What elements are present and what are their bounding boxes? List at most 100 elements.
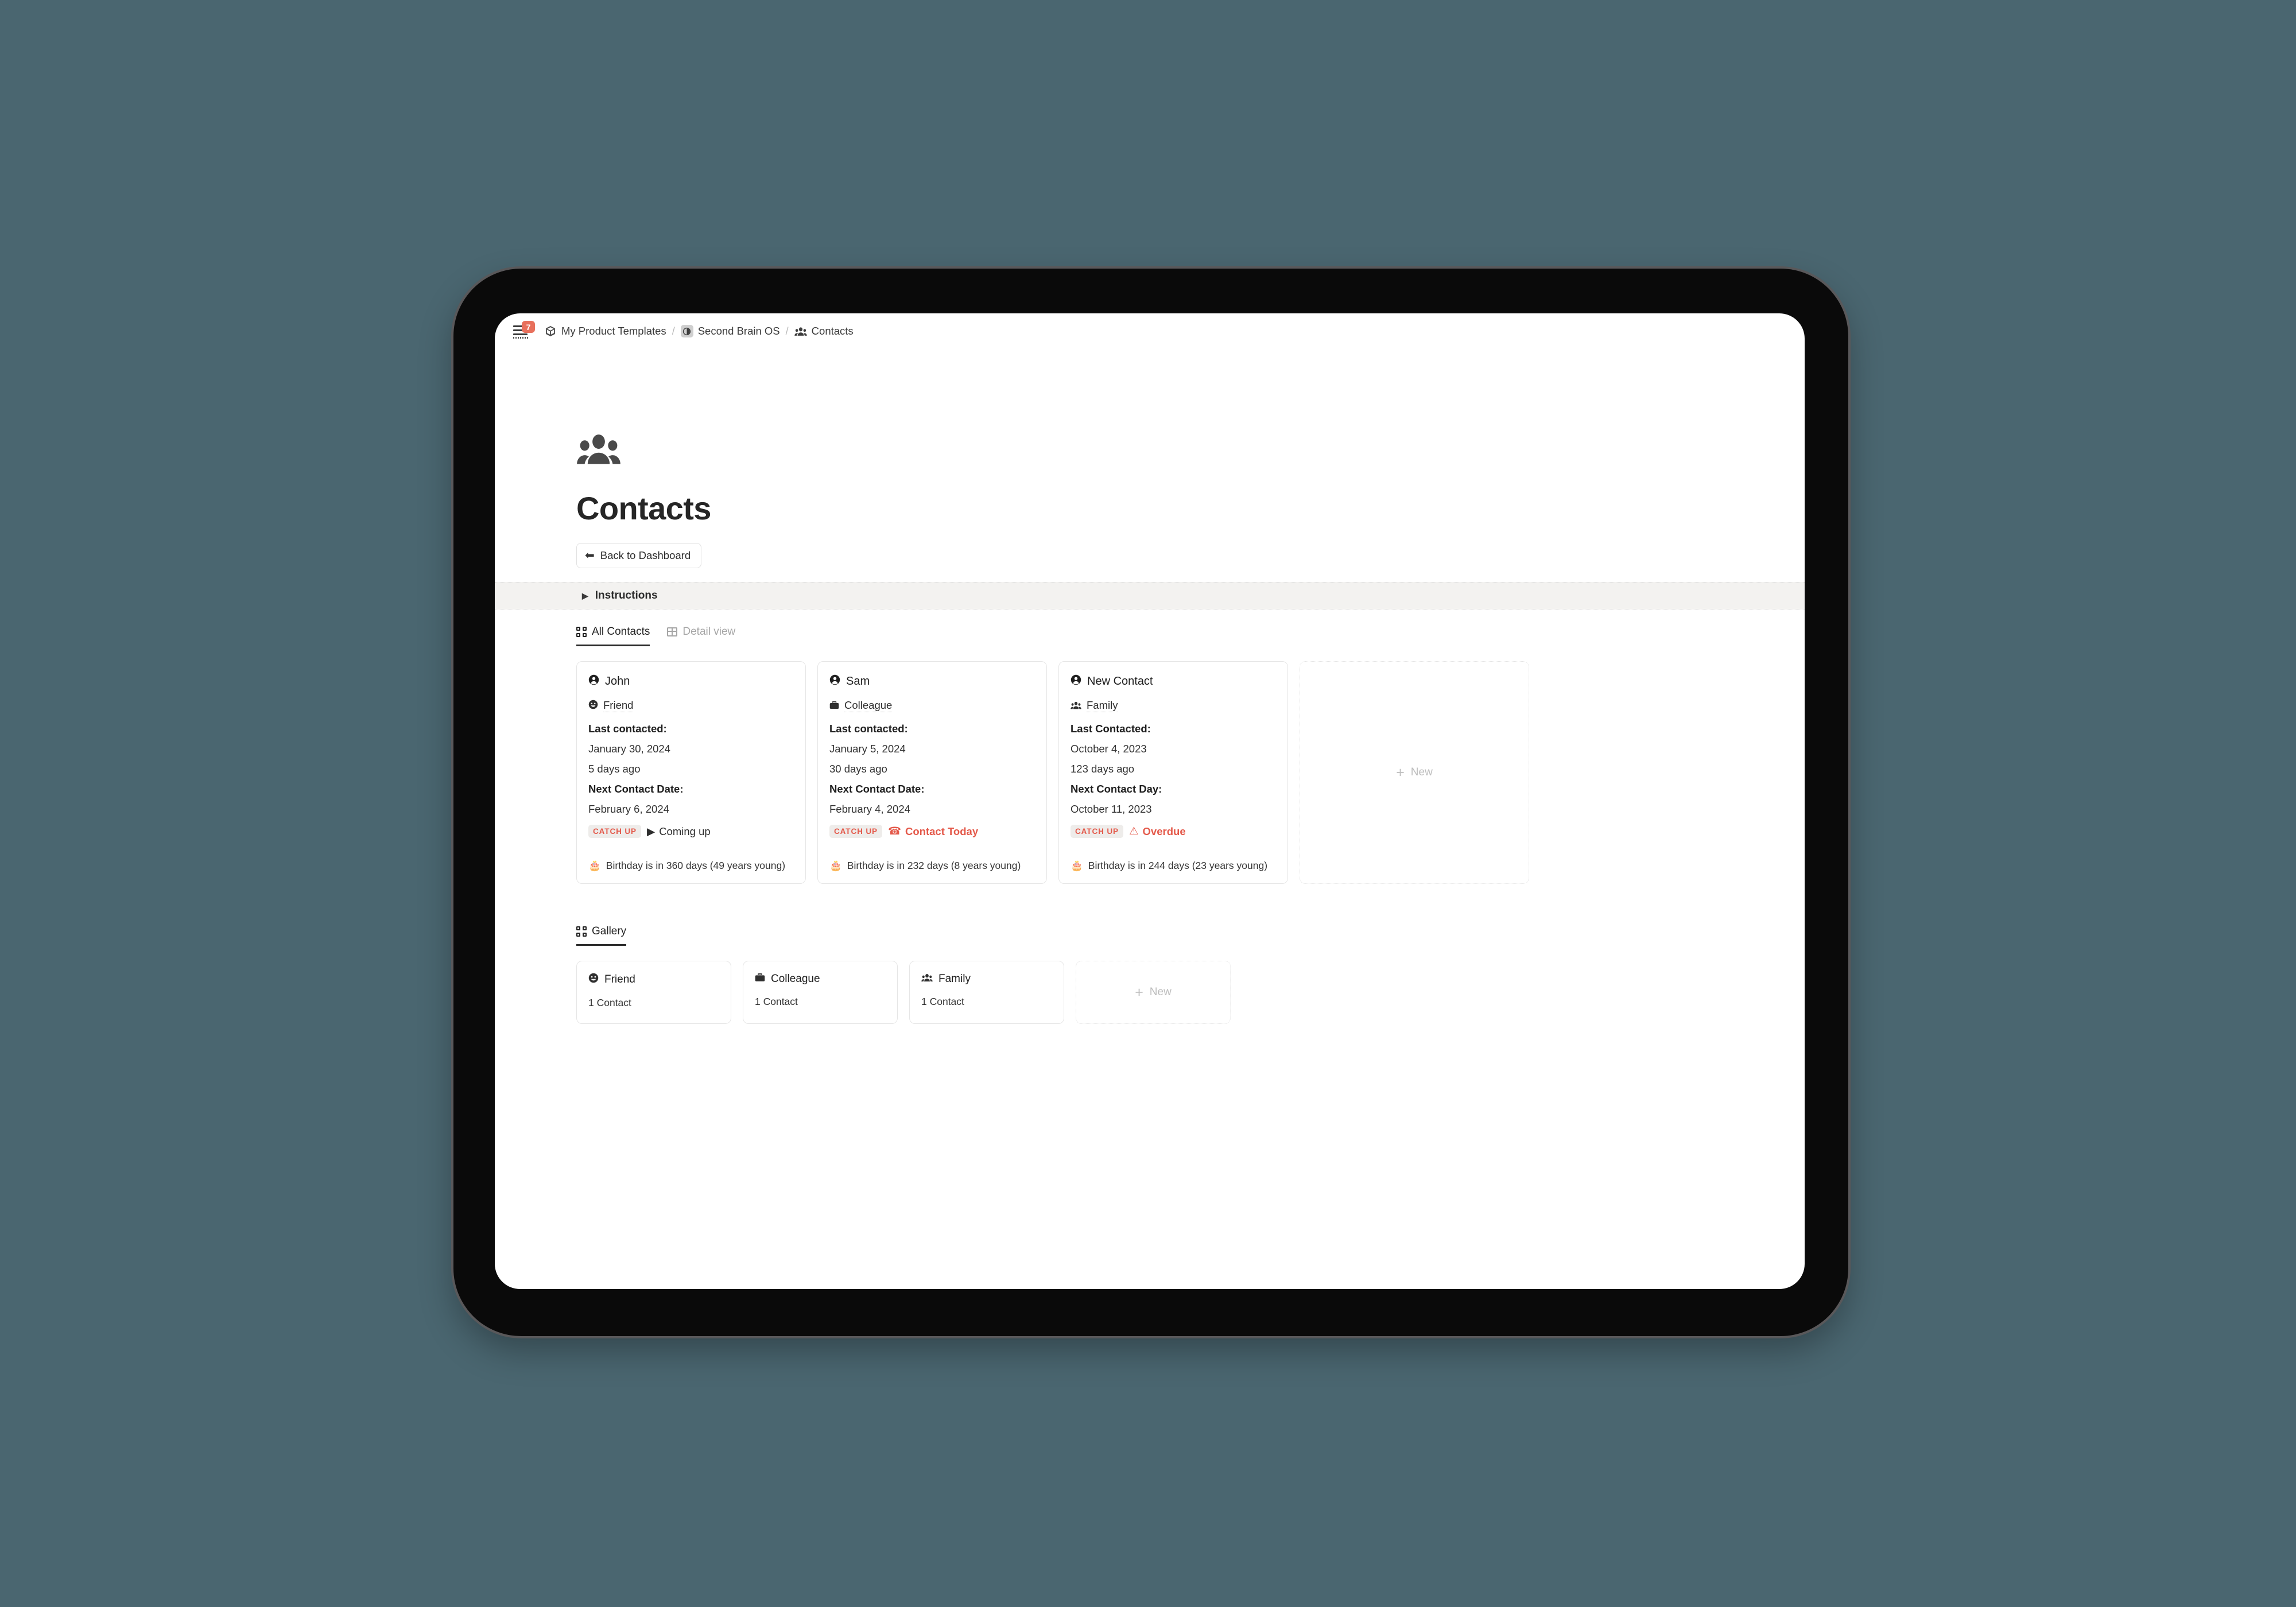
breadcrumb-separator: / (785, 325, 789, 337)
birthday-row: 🎂 Birthday is in 232 days (8 years young… (829, 860, 1035, 872)
people-icon (794, 327, 807, 336)
next-contact-label: Next Contact Date: (588, 783, 684, 795)
new-gallery-card-button[interactable]: + New (1076, 961, 1231, 1024)
contacts-card-row: John Friend Last contacted: January 30, … (576, 661, 1805, 884)
contact-type-label: Colleague (844, 699, 893, 712)
tablet-screen: 7 My Product Templates / Second Brain OS… (495, 313, 1805, 1289)
next-contact-label: Next Contact Day: (1071, 783, 1162, 795)
status-text: ▶ Coming up (647, 825, 711, 838)
birthday-row: 🎂 Birthday is in 360 days (49 years youn… (588, 860, 794, 872)
plus-icon: + (1396, 764, 1405, 781)
tab-all-contacts[interactable]: All Contacts (576, 626, 650, 646)
menu-notification-badge: 7 (522, 321, 535, 333)
breadcrumb-item-contacts[interactable]: Contacts (794, 325, 854, 337)
people-icon (1071, 700, 1081, 712)
gallery-card-title: Family (938, 973, 971, 985)
gallery-card-count: 1 Contact (588, 997, 631, 1008)
contact-name: Sam (846, 675, 870, 688)
contact-card[interactable]: John Friend Last contacted: January 30, … (576, 661, 806, 884)
last-contacted-date: January 30, 2024 (588, 743, 670, 755)
table-icon (667, 627, 678, 636)
instructions-label: Instructions (595, 589, 658, 601)
back-to-dashboard-button[interactable]: ⬅ Back to Dashboard (576, 543, 702, 568)
breadcrumb-label: My Product Templates (561, 325, 666, 337)
birthday-text: Birthday is in 232 days (8 years young) (847, 860, 1021, 871)
status-label: Contact Today (905, 825, 979, 837)
contact-name-row: New Contact (1071, 674, 1276, 689)
contact-type-label: Family (1087, 699, 1118, 712)
contact-name: John (605, 675, 630, 688)
page-body: Contacts ⬅ Back to Dashboard ▶ Instructi… (495, 349, 1805, 1024)
person-circle-icon (1071, 674, 1081, 689)
contact-type-row[interactable]: Friend (588, 699, 794, 712)
contact-type-row[interactable]: Colleague (829, 699, 1035, 712)
page-people-icon (576, 433, 1805, 465)
tab-label: Gallery (592, 925, 627, 937)
gallery-card-title-row: Family (921, 973, 1052, 985)
contact-card[interactable]: Sam Colleague Last contacted: January 5,… (817, 661, 1047, 884)
catch-up-badge: CATCH UP (829, 825, 882, 838)
last-contacted-label: Last contacted: (829, 723, 908, 735)
contact-status-row: CATCH UP ⚠ Overdue (1071, 825, 1276, 838)
tab-underline-rule (576, 945, 1805, 946)
gallery-card-count: 1 Contact (921, 996, 964, 1007)
warning-triangle-icon: ⚠ (1128, 825, 1139, 837)
contact-name: New Contact (1087, 675, 1153, 688)
gallery-card-row: Friend 1 Contact Colleague 1 Contact Fam… (576, 961, 1805, 1024)
breadcrumb-item-my-product-templates[interactable]: My Product Templates (544, 325, 666, 337)
split-circle-icon (680, 325, 693, 337)
play-triangle-icon: ▶ (646, 825, 656, 837)
catch-up-badge: CATCH UP (1071, 825, 1123, 838)
contact-type-row[interactable]: Family (1071, 699, 1276, 712)
people-icon (921, 973, 933, 985)
plus-icon: + (1135, 984, 1143, 1000)
next-contact-date: February 6, 2024 (588, 803, 669, 815)
birthday-cake-icon: 🎂 (829, 860, 842, 872)
tab-label: Detail view (682, 626, 736, 638)
gallery-card-title: Colleague (771, 973, 820, 985)
new-card-label: New (1410, 766, 1433, 778)
last-contacted-relative: 123 days ago (1071, 763, 1135, 775)
smiley-icon (588, 700, 598, 712)
contact-card[interactable]: New Contact Family Last Contacted: Octob… (1058, 661, 1288, 884)
last-contacted-relative: 5 days ago (588, 763, 641, 775)
gallery-tabs: Gallery (576, 925, 1805, 946)
person-circle-icon (588, 674, 599, 689)
box-cube-icon (544, 325, 557, 337)
last-contacted-label: Last contacted: (588, 723, 667, 735)
briefcase-icon (829, 700, 839, 712)
contact-status-row: CATCH UP ☎ Contact Today (829, 825, 1035, 838)
status-label: Overdue (1142, 825, 1186, 837)
last-contacted-label: Last Contacted: (1071, 723, 1151, 735)
last-contacted-relative: 30 days ago (829, 763, 887, 775)
gallery-card-count: 1 Contact (755, 996, 798, 1007)
instructions-toggle[interactable]: ▶ Instructions (495, 582, 1805, 610)
gallery-card[interactable]: Family 1 Contact (909, 961, 1064, 1024)
gallery-card[interactable]: Colleague 1 Contact (743, 961, 898, 1024)
tab-detail-view[interactable]: Detail view (667, 626, 735, 646)
new-contact-card-button[interactable]: + New (1300, 661, 1529, 884)
hamburger-dotted-line (513, 337, 529, 339)
triangle-right-icon: ▶ (582, 591, 588, 600)
breadcrumb-label: Contacts (811, 325, 854, 337)
menu-hamburger-icon[interactable]: 7 (512, 321, 535, 341)
catch-up-badge: CATCH UP (588, 825, 641, 838)
breadcrumb: 7 My Product Templates / Second Brain OS… (495, 313, 1805, 349)
birthday-row: 🎂 Birthday is in 244 days (23 years youn… (1071, 860, 1276, 872)
breadcrumb-item-second-brain-os[interactable]: Second Brain OS (680, 325, 780, 337)
birthday-text: Birthday is in 244 days (23 years young) (1088, 860, 1268, 871)
tab-gallery[interactable]: Gallery (576, 925, 627, 946)
contact-name-row: Sam (829, 674, 1035, 689)
breadcrumb-label: Second Brain OS (697, 325, 780, 337)
grid-icon (576, 627, 587, 637)
gallery-card[interactable]: Friend 1 Contact (576, 961, 731, 1024)
last-contacted-date: January 5, 2024 (829, 743, 906, 755)
page-title: Contacts (576, 490, 711, 526)
contact-name-row: John (588, 674, 794, 689)
birthday-text: Birthday is in 360 days (49 years young) (606, 860, 786, 871)
contacts-view-tabs: All Contacts Detail view (576, 626, 1805, 646)
hamburger-line (513, 333, 528, 336)
gallery-card-title-row: Colleague (755, 973, 886, 985)
birthday-cake-icon: 🎂 (1071, 860, 1083, 872)
back-button-label: Back to Dashboard (600, 549, 691, 561)
